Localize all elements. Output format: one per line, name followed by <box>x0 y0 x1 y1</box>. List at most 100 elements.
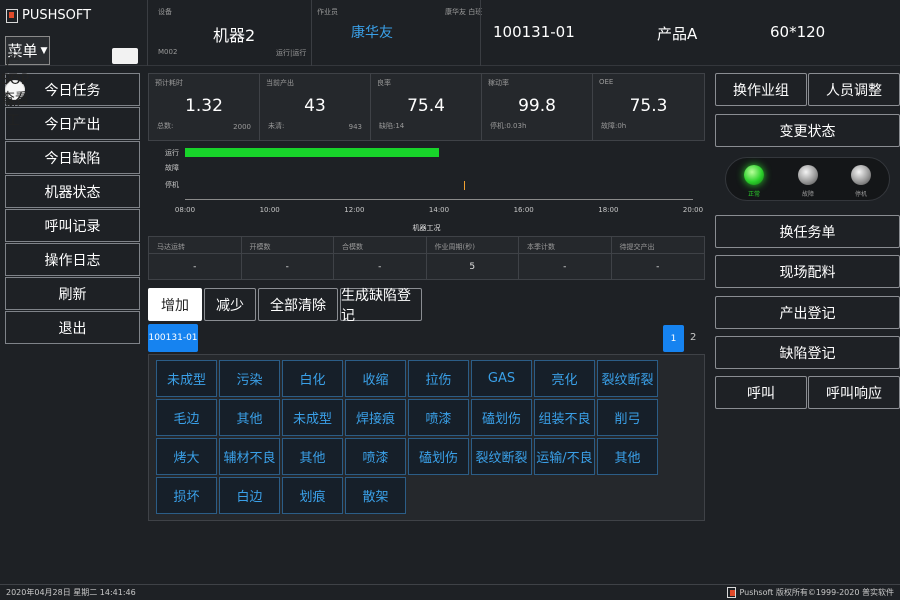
counter-value: 5 <box>469 262 476 272</box>
stat-label: 良率 <box>377 79 391 87</box>
counter-close-mold: 合模数 - <box>334 237 427 279</box>
caret-down-icon: ▼ <box>40 45 48 56</box>
sidebar-item-label: 机器状态 <box>44 184 101 201</box>
sidebar-item-sop[interactable]: SOP查看 <box>1 72 29 107</box>
machine-state: 运行|运行 <box>276 49 307 57</box>
timeline-stop-mark <box>464 181 466 190</box>
stat-label: 稼动率 <box>488 79 509 87</box>
status-light-fault[interactable] <box>798 165 818 185</box>
stat-sub-value: 943 <box>348 123 362 131</box>
counter-label: 合模数 <box>342 243 363 251</box>
sidebar-item-label: 操作日志 <box>44 252 101 269</box>
machine-code: M002 <box>158 48 178 56</box>
timeline-row-stop: 停机 <box>165 181 179 189</box>
status-light-stop[interactable] <box>851 165 871 185</box>
defect-button[interactable]: 污染 <box>219 360 280 397</box>
defect-button[interactable]: 焊接痕 <box>345 399 406 436</box>
timeline-tick: 16:00 <box>513 206 534 214</box>
operator-name[interactable]: 康华友 <box>351 22 393 42</box>
counters-panel: 马达运转 - 开模数 - 合模数 - 作业周期(秒) 5 本季计数 - 待提交产出 - <box>148 236 705 280</box>
counter-value: - <box>563 262 567 272</box>
call-button[interactable]: 呼叫 <box>715 376 807 409</box>
sidebar-item-exit[interactable]: 退出 <box>5 311 140 344</box>
defect-button[interactable]: 其他 <box>219 399 280 436</box>
sidebar-item-today-output[interactable]: 今日产出 <box>5 107 140 140</box>
defect-button[interactable]: 喷漆 <box>408 399 469 436</box>
defect-button[interactable]: 拉伤 <box>408 360 469 397</box>
change-group-button[interactable]: 换作业组 <box>715 73 807 106</box>
timeline-tick: 20:00 <box>682 206 704 214</box>
footer-copyright-wrap: Pushsoft 版权所有©1999-2020 普实软件 <box>727 587 894 598</box>
defect-register-button[interactable]: 缺陷登记 <box>715 336 900 369</box>
clear-all-button[interactable]: 全部清除 <box>258 288 338 321</box>
defect-button[interactable]: 未成型 <box>282 399 343 436</box>
timeline-tick: 10:00 <box>259 206 280 214</box>
minus-button[interactable]: 减少 <box>204 288 256 321</box>
defect-button[interactable]: 散架 <box>345 477 406 514</box>
output-register-button[interactable]: 产出登记 <box>715 296 900 329</box>
order-tab[interactable]: 100131-01 <box>148 324 198 352</box>
change-task-button[interactable]: 换任务单 <box>715 215 900 248</box>
defect-button[interactable]: 毛边 <box>156 399 217 436</box>
stat-estimated-time: 预计耗时 1.32 总数: 2000 <box>149 74 260 140</box>
defect-button[interactable]: 白边 <box>219 477 280 514</box>
stat-availability: 稼动率 99.8 停机:0.03h <box>482 74 593 140</box>
timeline-tick: 08:00 <box>174 206 196 214</box>
defect-button[interactable]: 其他 <box>597 438 658 475</box>
page-2-button[interactable]: 2 <box>690 332 696 343</box>
sidebar-item-today-defects[interactable]: 今日缺陷 <box>5 141 140 174</box>
add-button[interactable]: 增加 <box>148 288 202 321</box>
sidebar-item-label: 今日缺陷 <box>44 150 101 167</box>
timeline-run-bar <box>185 148 439 157</box>
sidebar-item-label: 今日任务 <box>44 82 101 99</box>
divider <box>147 0 148 66</box>
defect-button[interactable]: 未成型 <box>156 360 217 397</box>
small-action-button[interactable] <box>112 48 138 64</box>
staff-adjust-button[interactable]: 人员调整 <box>808 73 900 106</box>
defect-button[interactable]: 收缩 <box>345 360 406 397</box>
sidebar-item-operation-log[interactable]: 操作日志 <box>5 243 140 276</box>
stat-value: 1.32 <box>185 96 223 116</box>
counter-label: 马达运转 <box>157 243 185 251</box>
stat-label: 预计耗时 <box>155 79 183 87</box>
defect-button[interactable]: 亮化 <box>534 360 595 397</box>
defect-button[interactable]: 磕划伤 <box>471 399 532 436</box>
defect-button[interactable]: 磕划伤 <box>408 438 469 475</box>
stat-value: 75.4 <box>407 96 445 116</box>
defect-button[interactable]: 辅材不良 <box>219 438 280 475</box>
stat-sub-label: 故障:0h <box>601 122 627 130</box>
defect-button[interactable]: 划痕 <box>282 477 343 514</box>
counter-value: - <box>193 262 197 272</box>
sidebar-item-label: 呼叫记录 <box>44 218 101 235</box>
order-number: 100131-01 <box>493 23 575 41</box>
operator-shift: 康华友 白班 <box>445 8 483 16</box>
material-button[interactable]: 现场配料 <box>715 255 900 288</box>
defect-button[interactable]: 喷漆 <box>345 438 406 475</box>
sidebar: 产品加工 SOP查看 今日任务 今日产出 今日缺陷 机器状态 呼叫记录 操作日志… <box>1 53 140 345</box>
defect-button[interactable]: GAS <box>471 360 532 397</box>
defect-button[interactable]: 组装不良 <box>534 399 595 436</box>
timeline-tick: 12:00 <box>344 206 365 214</box>
page-1-button[interactable]: 1 <box>663 325 684 352</box>
counter-motor: 马达运转 - <box>149 237 242 279</box>
defect-button[interactable]: 削弓 <box>597 399 658 436</box>
defect-button[interactable]: 裂纹断裂 <box>471 438 532 475</box>
defect-button[interactable]: 运输/不良 <box>534 438 595 475</box>
status-light-label: 停机 <box>854 191 868 198</box>
defect-button[interactable]: 裂纹断裂 <box>597 360 658 397</box>
defect-button[interactable]: 其他 <box>282 438 343 475</box>
sidebar-item-call-records[interactable]: 呼叫记录 <box>5 209 140 242</box>
defect-button[interactable]: 损坏 <box>156 477 217 514</box>
stats-panel: 预计耗时 1.32 总数: 2000 当前产出 43 未清: 943 良率 75… <box>148 73 705 141</box>
footer-datetime: 2020年04月28日 星期二 14:41:46 <box>6 588 136 597</box>
defect-panel: 未成型 污染 白化 收缩 拉伤 GAS 亮化 裂纹断裂 毛边 其他 未成型 焊接痕 喷漆 磕划伤 组装不良削… <box>148 354 705 521</box>
sidebar-item-refresh[interactable]: 刷新 <box>5 277 140 310</box>
counter-value: - <box>656 262 660 272</box>
sidebar-item-machine-status[interactable]: 机器状态 <box>5 175 140 208</box>
defect-button[interactable]: 白化 <box>282 360 343 397</box>
call-response-button[interactable]: 呼叫响应 <box>808 376 900 409</box>
status-light-normal[interactable] <box>744 165 764 185</box>
generate-defect-button[interactable]: 生成缺陷登记 <box>340 288 422 324</box>
defect-button[interactable]: 烤大 <box>156 438 217 475</box>
change-state-button[interactable]: 变更状态 <box>715 114 900 147</box>
